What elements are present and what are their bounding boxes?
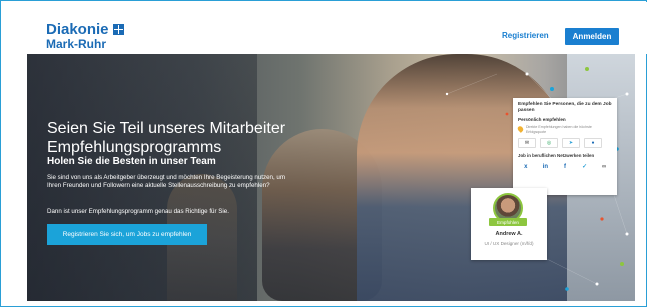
register-link[interactable]: Registrieren — [502, 31, 549, 40]
recommended-profile-card: Empfohlen Andrew A. UI / UX Designer (m/… — [471, 188, 547, 260]
register-cta-button[interactable]: Registrieren Sie sich, um Jobs zu empfeh… — [47, 224, 207, 245]
telegram-icon[interactable]: ➤ — [562, 138, 580, 148]
share-buttons: ✉ ◎ ➤ ● — [518, 138, 612, 148]
link-icon[interactable]: ∞ — [596, 162, 612, 171]
personal-recommend-heading: Persönlich empfehlen — [518, 117, 566, 122]
page-frame: Diakonie Mark-Ruhr Registrieren Anmelden — [0, 0, 647, 307]
login-button[interactable]: Anmelden — [565, 28, 619, 45]
profile-name: Andrew A. — [495, 231, 523, 237]
profile-role: UI / UX Designer (m/f/d) — [484, 241, 534, 246]
location-pin-icon — [516, 125, 525, 133]
pin-hint-text: Direkte Empfehlungen haben die höchste E… — [525, 125, 592, 134]
social-buttons: x in f ✓ ∞ — [518, 162, 612, 171]
referral-card-title: Empfehlen Sie Personen, die zu dem Job p… — [518, 102, 612, 113]
linkedin-icon[interactable]: in — [538, 162, 554, 171]
hero-title: Seien Sie Teil unseres Mitarbeiter Empfe… — [47, 120, 286, 156]
whatsapp-icon[interactable]: ◎ — [540, 138, 558, 148]
hero-subtitle: Holen Sie die Besten in unser Team — [47, 156, 216, 167]
referral-card: Empfehlen Sie Personen, die zu dem Job p… — [513, 98, 617, 195]
mail-icon[interactable]: ✉ — [518, 138, 536, 148]
site-header: Diakonie Mark-Ruhr Registrieren Anmelden — [2, 2, 647, 54]
diakonie-logo[interactable]: Diakonie Mark-Ruhr — [46, 22, 124, 50]
cross-icon — [112, 24, 124, 35]
logo-subtext: Mark-Ruhr — [46, 37, 107, 51]
facebook-icon[interactable]: f — [557, 162, 573, 171]
network-share-heading: Job in beruflichen Netzwerken teilen — [518, 153, 595, 158]
messenger-icon[interactable]: ● — [584, 138, 602, 148]
xing-icon[interactable]: x — [518, 162, 534, 171]
hero-description: Sie sind von uns als Arbeitgeber überzeu… — [47, 174, 286, 189]
recommended-badge: Empfohlen — [489, 218, 527, 226]
logo-text: Diakonie — [46, 21, 109, 38]
twitter-icon[interactable]: ✓ — [577, 162, 593, 171]
hero-description-2: Dann ist unser Empfehlungsprogramm genau… — [47, 208, 229, 215]
